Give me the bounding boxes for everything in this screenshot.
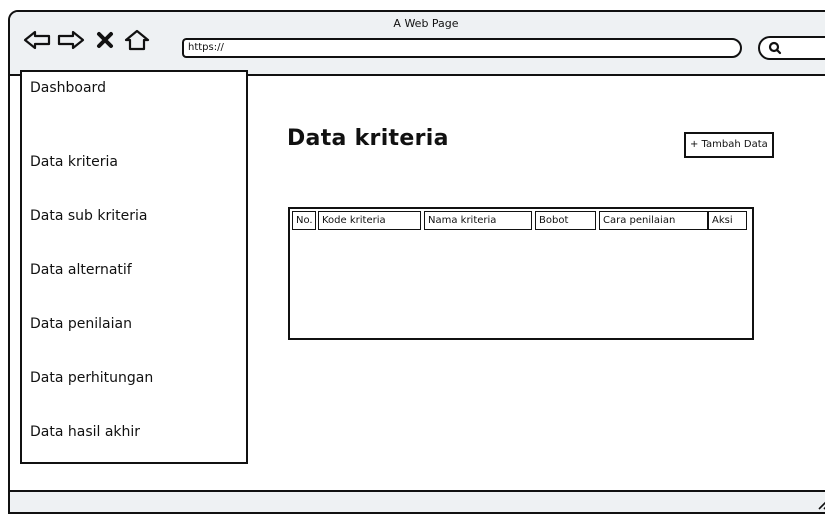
sidebar-item-data-alternatif[interactable]: Data alternatif [30,262,132,278]
address-bar[interactable]: https:// [182,38,742,58]
column-header-nama-kriteria: Nama kriteria [424,211,532,230]
forward-arrow-icon[interactable] [56,28,86,52]
column-header-bobot: Bobot [535,211,596,230]
home-icon[interactable] [122,28,152,52]
sidebar-item-data-penilaian[interactable]: Data penilaian [30,316,132,332]
sidebar: Dashboard Data kriteria Data sub kriteri… [20,70,248,464]
close-icon[interactable] [94,28,116,52]
search-icon [768,41,782,55]
page-title: Data kriteria [287,126,449,151]
search-box[interactable] [758,36,825,60]
column-header-aksi: Aksi [708,211,747,230]
sidebar-item-data-hasil-akhir[interactable]: Data hasil akhir [30,424,140,440]
status-bar [10,490,825,512]
column-header-kode-kriteria: Kode kriteria [318,211,421,230]
add-data-button[interactable]: + Tambah Data [684,132,774,158]
column-header-no: No. [292,211,316,230]
sidebar-item-data-perhitungan[interactable]: Data perhitungan [30,370,153,386]
browser-toolbar: A Web Page https:// [10,12,825,76]
column-header-cara-penilaian: Cara penilaian [599,211,708,230]
sidebar-item-data-sub-kriteria[interactable]: Data sub kriteria [30,208,147,224]
sidebar-item-dashboard[interactable]: Dashboard [30,80,106,96]
criteria-table: No. Kode kriteria Nama kriteria Bobot Ca… [288,207,754,340]
url-text: https:// [188,42,224,53]
back-arrow-icon[interactable] [22,28,52,52]
sidebar-item-data-kriteria[interactable]: Data kriteria [30,154,118,170]
resize-grip-icon[interactable] [816,496,825,510]
